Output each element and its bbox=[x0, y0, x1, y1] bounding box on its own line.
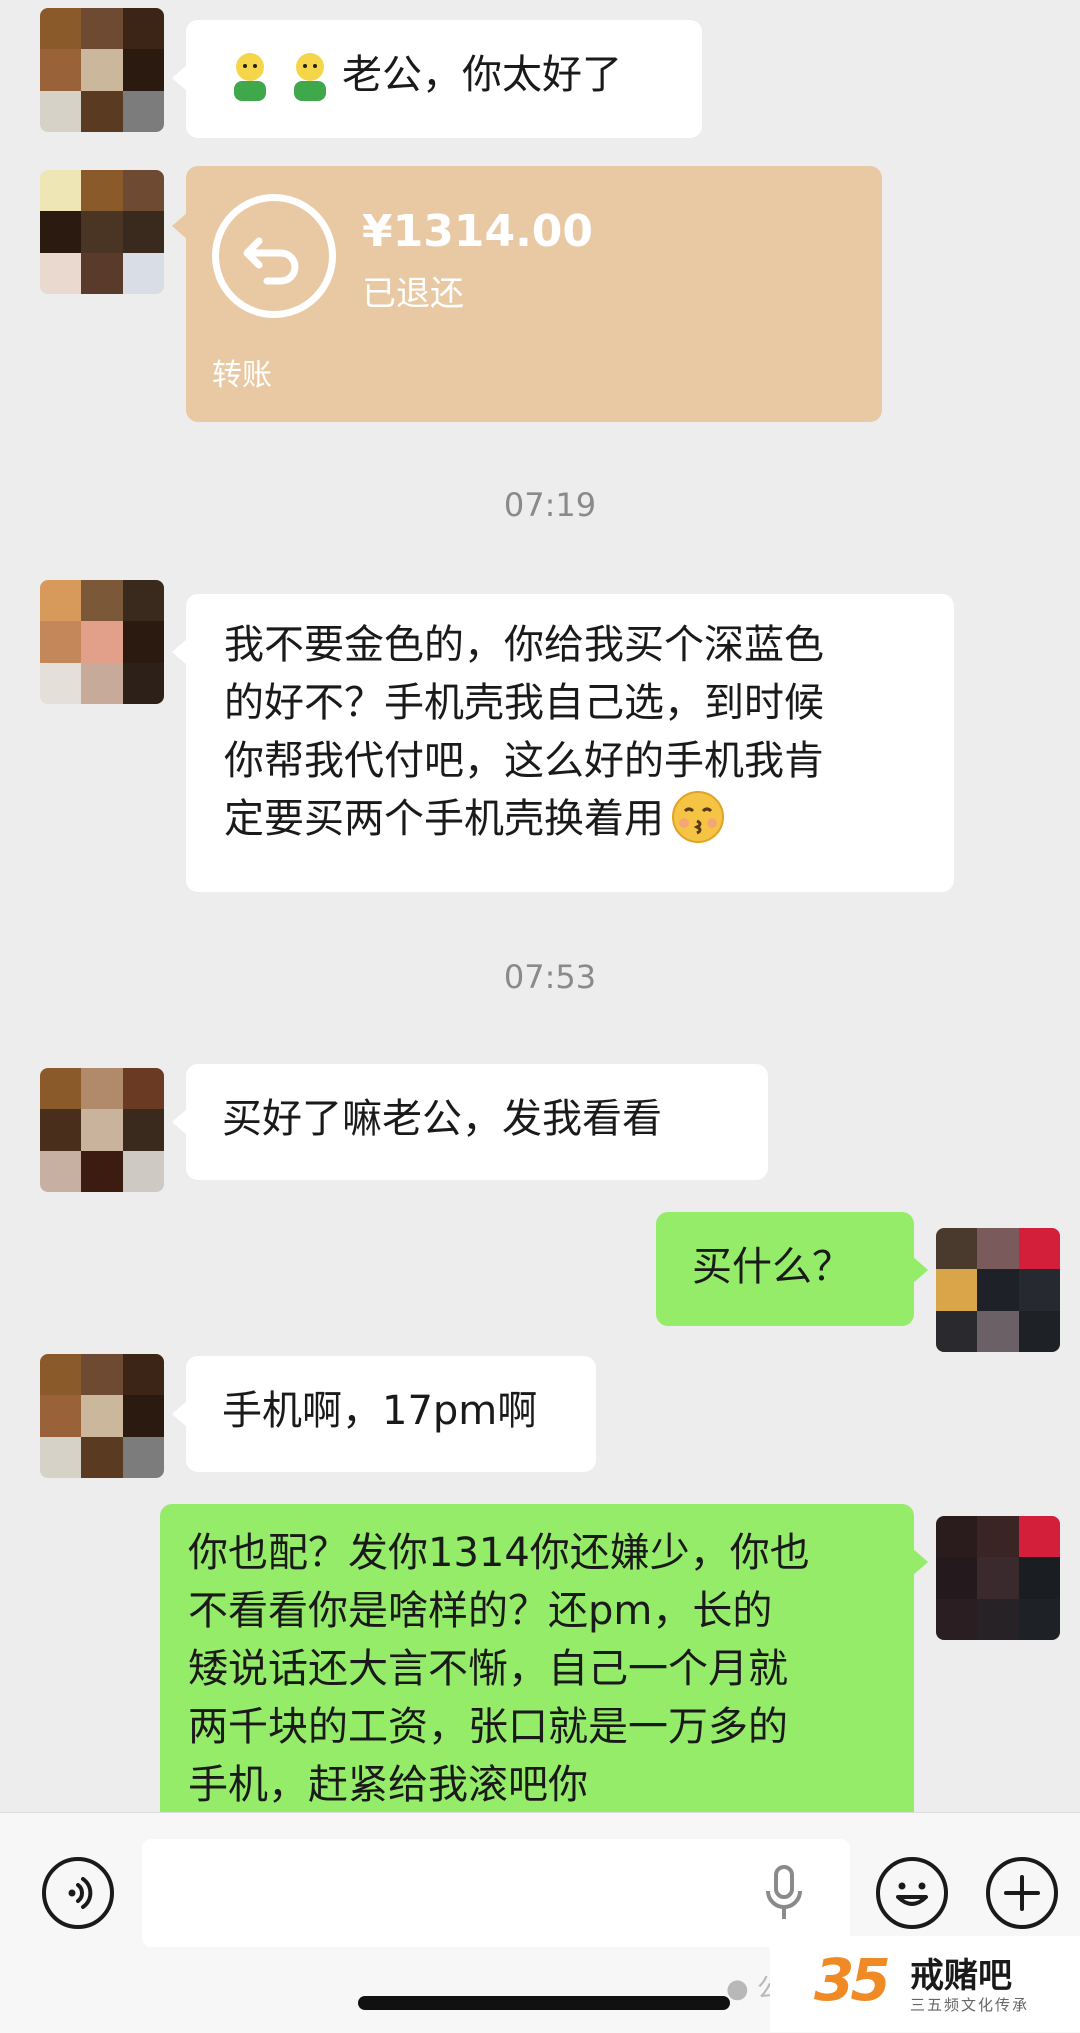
plus-icon[interactable] bbox=[986, 1857, 1058, 1929]
smiley-icon[interactable] bbox=[876, 1857, 948, 1929]
message-text: 手机啊，17pm啊 bbox=[222, 1388, 538, 1434]
message-line: 定要买两个手机壳换着用 bbox=[224, 796, 664, 842]
kid-emoji-icon bbox=[222, 49, 278, 105]
message-bubble[interactable]: 手机啊，17pm啊 bbox=[172, 1356, 596, 1472]
watermark-logo: 35 戒赌吧 三五频文化传承 bbox=[770, 1936, 1080, 2032]
message-line: 你也配？发你1314你还嫌少，你也 bbox=[188, 1530, 810, 1576]
avatar[interactable] bbox=[40, 1068, 164, 1192]
message-line: 不看看你是啥样的？还pm，长的 bbox=[188, 1588, 773, 1634]
avatar[interactable] bbox=[40, 8, 164, 132]
message-text: 买什么？ bbox=[692, 1244, 852, 1290]
timestamp: 07:53 bbox=[503, 958, 597, 996]
message-text: 买好了嘛老公，发我看看 bbox=[222, 1096, 662, 1142]
home-indicator[interactable] bbox=[358, 1996, 730, 2010]
avatar[interactable] bbox=[40, 170, 164, 294]
watermark-name: 戒赌吧 bbox=[910, 1956, 1012, 1996]
microphone-icon[interactable] bbox=[764, 1865, 804, 1923]
watermark-number: 35 bbox=[814, 1946, 891, 2014]
message-bubble[interactable]: 买什么？ bbox=[656, 1212, 928, 1326]
transfer-label: 转账 bbox=[212, 358, 272, 393]
kissing-face-icon bbox=[670, 789, 726, 845]
message-line: 手机，赶紧给我滚吧你 bbox=[188, 1762, 588, 1808]
avatar[interactable] bbox=[936, 1228, 1060, 1352]
transfer-status: 已退还 bbox=[362, 274, 464, 314]
message-line: 我不要金色的，你给我买个深蓝色 bbox=[224, 622, 824, 668]
transfer-card[interactable]: ¥1314.00 已退还 转账 bbox=[172, 166, 882, 422]
timestamp: 07:19 bbox=[503, 486, 597, 524]
message-bubble[interactable]: 老公，你太好了 bbox=[172, 20, 702, 138]
message-bubble[interactable]: 你也配？发你1314你还嫌少，你也 不看看你是啥样的？还pm，长的 矮说话还大言… bbox=[160, 1504, 928, 1812]
voice-icon[interactable] bbox=[42, 1857, 114, 1929]
message-bubble[interactable]: 买好了嘛老公，发我看看 bbox=[172, 1064, 768, 1180]
avatar[interactable] bbox=[40, 1354, 164, 1478]
message-input[interactable] bbox=[142, 1839, 850, 1947]
message-line: 的好不？手机壳我自己选，到时候 bbox=[224, 680, 824, 726]
message-text: 老公，你太好了 bbox=[342, 52, 622, 98]
avatar[interactable] bbox=[40, 580, 164, 704]
message-bubble[interactable]: 我不要金色的，你给我买个深蓝色 的好不？手机壳我自己选，到时候 你帮我代付吧，这… bbox=[172, 594, 954, 892]
message-line: 矮说话还大言不惭，自己一个月就 bbox=[188, 1646, 788, 1692]
kid-emoji-icon bbox=[282, 49, 338, 105]
transfer-amount: ¥1314.00 bbox=[362, 206, 594, 257]
return-arrow-icon bbox=[212, 194, 336, 318]
message-line: 你帮我代付吧，这么好的手机我肯 bbox=[224, 738, 824, 784]
chat-area[interactable]: 老公，你太好了 ¥1314.00 已退还 转账 07:19 我不要金色的，你给我… bbox=[0, 0, 1080, 1812]
avatar[interactable] bbox=[936, 1516, 1060, 1640]
watermark-subtitle: 三五频文化传承 bbox=[910, 1996, 1030, 2014]
message-line: 两千块的工资，张口就是一万多的 bbox=[188, 1704, 788, 1750]
